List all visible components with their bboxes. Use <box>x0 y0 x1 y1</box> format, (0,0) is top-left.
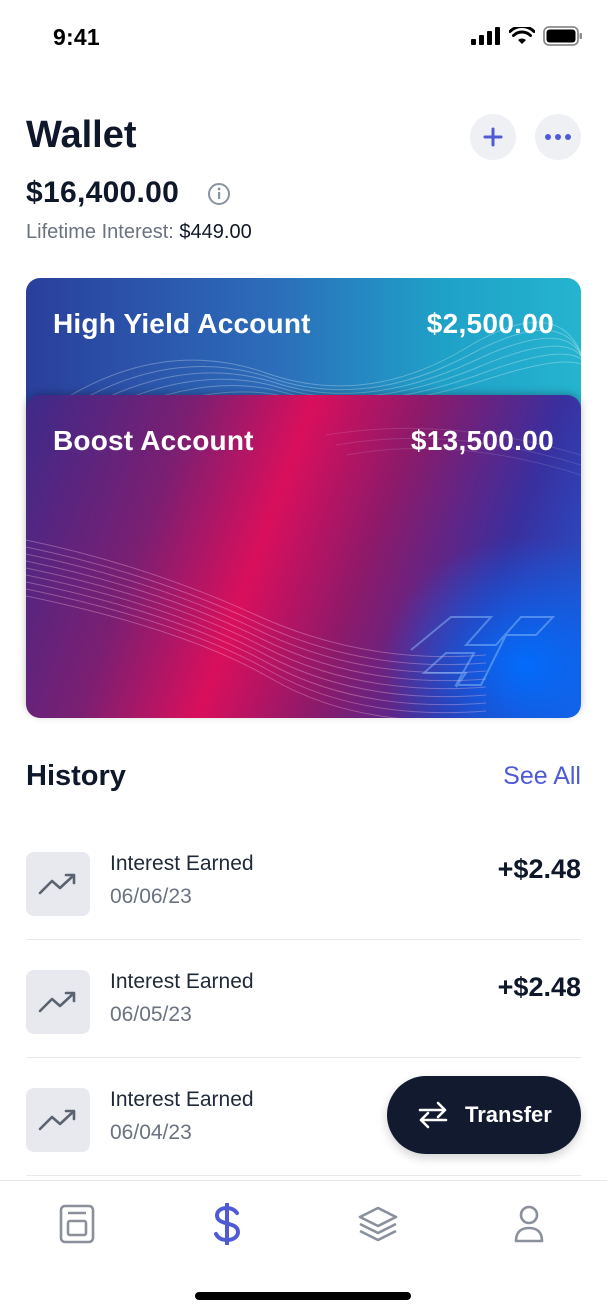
transaction-date: 06/05/23 <box>110 1003 192 1026</box>
profile-icon <box>514 1205 544 1243</box>
home-icon <box>59 1204 95 1244</box>
lifetime-interest-value: $449.00 <box>179 221 252 243</box>
transfer-button[interactable]: Transfer <box>387 1076 581 1154</box>
brand-logo-emboss <box>410 616 556 688</box>
tab-layers[interactable] <box>353 1199 403 1249</box>
transaction-date: 06/06/23 <box>110 885 192 908</box>
status-bar: 9:41 <box>0 0 607 70</box>
battery-icon <box>543 26 582 46</box>
card-name: High Yield Account <box>53 308 311 339</box>
ellipsis-icon <box>545 134 571 140</box>
see-all-link[interactable]: See All <box>503 762 581 791</box>
card-amount: $13,500.00 <box>410 425 554 456</box>
boost-account-card[interactable]: Boost Account $13,500.00 <box>26 395 581 718</box>
transaction-title: Interest Earned <box>110 852 254 875</box>
transaction-title: Interest Earned <box>110 1088 254 1111</box>
history-title: History <box>26 760 126 792</box>
transfer-label: Transfer <box>465 1102 552 1127</box>
swap-arrows-icon <box>418 1101 448 1129</box>
plus-icon <box>483 127 503 147</box>
total-balance: $16,400.00 <box>26 176 180 209</box>
card-amount: $2,500.00 <box>426 308 554 339</box>
layers-icon <box>358 1206 398 1242</box>
status-icons <box>471 26 583 46</box>
add-button[interactable] <box>470 114 516 160</box>
trending-up-icon <box>26 970 90 1034</box>
trending-up-icon <box>26 1088 90 1152</box>
cellular-signal-icon <box>471 27 500 45</box>
trending-up-icon <box>26 852 90 916</box>
page-title: Wallet <box>26 114 137 156</box>
dollar-icon <box>214 1203 241 1245</box>
list-item[interactable]: Interest Earned 06/05/23 +$2.48 <box>26 940 581 1058</box>
transaction-amount: +$2.48 <box>497 972 581 1002</box>
more-options-button[interactable] <box>535 114 581 160</box>
card-name: Boost Account <box>53 425 254 456</box>
home-indicator <box>195 1292 411 1300</box>
info-icon[interactable] <box>207 182 231 206</box>
wifi-icon <box>509 26 535 44</box>
transaction-date: 06/04/23 <box>110 1121 192 1144</box>
transaction-title: Interest Earned <box>110 970 254 993</box>
transaction-amount: +$2.48 <box>497 854 581 884</box>
lifetime-interest-label: Lifetime Interest: <box>26 221 174 243</box>
status-time: 9:41 <box>53 24 100 50</box>
tab-home[interactable] <box>52 1199 102 1249</box>
lifetime-interest: Lifetime Interest: $449.00 <box>26 221 252 244</box>
tab-profile[interactable] <box>504 1199 554 1249</box>
tab-wallet[interactable] <box>202 1199 252 1249</box>
list-item[interactable]: Interest Earned 06/06/23 +$2.48 <box>26 822 581 940</box>
